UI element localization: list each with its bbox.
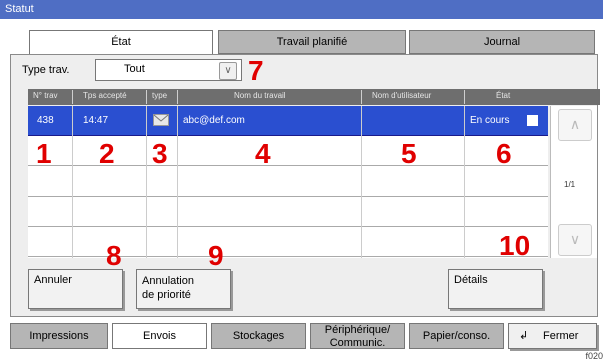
tab-impressions[interactable]: Impressions xyxy=(10,323,108,349)
page-indicator: 1/1 xyxy=(564,180,576,189)
tab-stockages[interactable]: Stockages xyxy=(211,323,306,349)
callout-1: 1 xyxy=(36,138,52,169)
figure-id: f020 xyxy=(585,351,603,361)
tab-envois[interactable]: Envois xyxy=(112,323,207,349)
table-header: N° trav Tps accepté type Nom du travail … xyxy=(28,89,600,105)
enter-icon: ↲ xyxy=(519,330,529,342)
tab-papier-conso[interactable]: Papier/conso. xyxy=(409,323,504,349)
col-status: État xyxy=(496,91,511,100)
job-name-cell: abc@def.com xyxy=(183,115,245,126)
col-time: Tps accepté xyxy=(83,91,127,100)
envelope-icon xyxy=(153,114,169,129)
window-title: Statut xyxy=(5,3,34,15)
tab-travail-planifie[interactable]: Travail planifié xyxy=(218,30,406,54)
table-row[interactable] xyxy=(28,167,548,197)
scroll-up-button[interactable]: ∧ xyxy=(558,109,592,141)
scroll-down-button[interactable]: ∨ xyxy=(558,224,592,256)
table-row[interactable] xyxy=(28,197,548,227)
title-bar: Statut xyxy=(0,0,603,19)
time-cell: 14:47 xyxy=(83,115,109,126)
callout-2: 2 xyxy=(99,138,115,169)
job-table: 438 14:47 abc@def.com En cours xyxy=(28,106,548,258)
callout-7: 7 xyxy=(248,55,264,86)
job-type-select[interactable]: Tout ∨ xyxy=(95,59,242,81)
scroll-panel: ∧ 1/1 ∨ xyxy=(550,106,597,258)
row-checkbox[interactable] xyxy=(527,115,538,126)
callout-3: 3 xyxy=(152,138,168,169)
col-user-name: Nom d'utilisateur xyxy=(372,91,432,100)
callout-5: 5 xyxy=(401,138,417,169)
job-type-value: Tout xyxy=(124,63,145,75)
close-button[interactable]: ↲ Fermer xyxy=(508,323,597,349)
status-cell: En cours xyxy=(470,115,510,126)
chevron-down-icon: ∨ xyxy=(569,231,581,247)
priority-override-button[interactable]: Annulation de priorité xyxy=(136,269,231,309)
cancel-button[interactable]: Annuler xyxy=(28,269,123,309)
col-type: type xyxy=(152,91,168,100)
col-job-no: N° trav xyxy=(33,91,58,100)
job-no-cell: 438 xyxy=(37,115,54,126)
chevron-up-icon: ∧ xyxy=(569,116,581,132)
table-row[interactable]: 438 14:47 abc@def.com En cours xyxy=(28,106,548,136)
col-job-name: Nom du travail xyxy=(234,91,286,100)
tab-peripherique[interactable]: Périphérique/ Communic. xyxy=(310,323,405,349)
callout-8: 8 xyxy=(106,240,122,271)
callout-9: 9 xyxy=(208,240,224,271)
tab-journal[interactable]: Journal xyxy=(409,30,595,54)
chevron-down-icon: ∨ xyxy=(219,62,237,80)
callout-10: 10 xyxy=(499,230,531,261)
callout-6: 6 xyxy=(496,138,512,169)
callout-4: 4 xyxy=(255,138,271,169)
details-button[interactable]: Détails xyxy=(448,269,543,309)
tab-etat[interactable]: État xyxy=(29,30,213,57)
job-type-label: Type trav. xyxy=(22,64,70,76)
